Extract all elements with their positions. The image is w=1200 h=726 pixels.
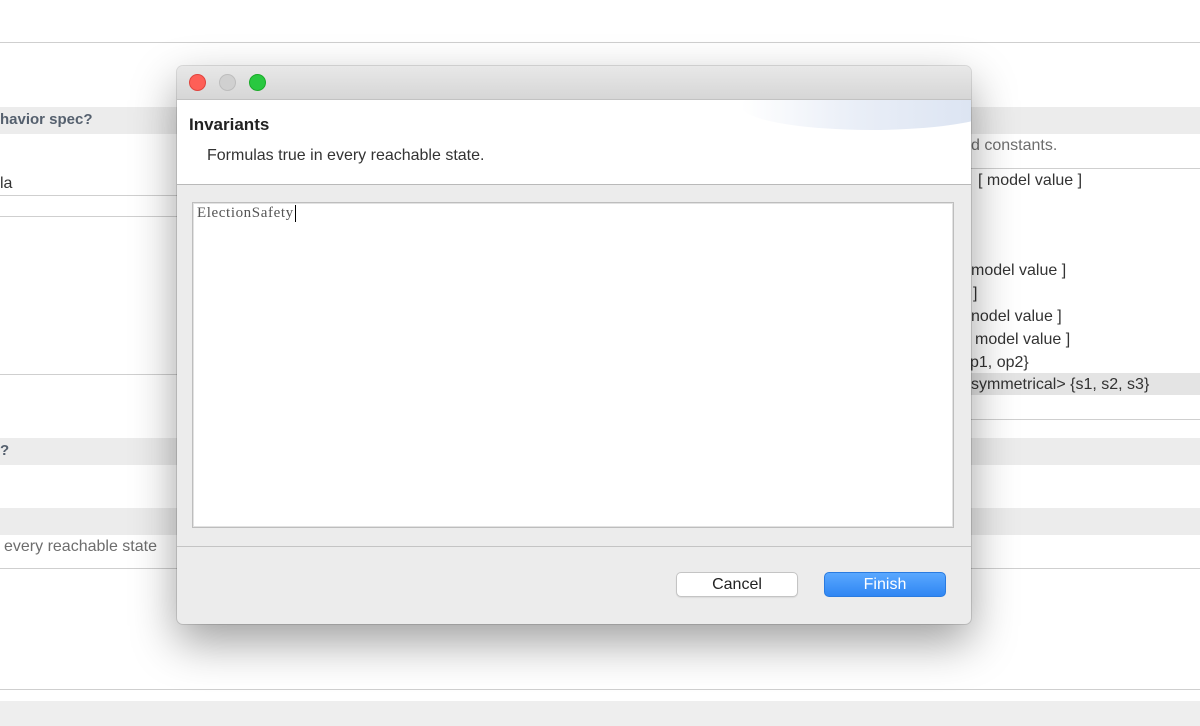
constant-row[interactable]: [ model value ] [978, 172, 1082, 190]
divider [971, 168, 1200, 169]
dialog-header: Invariants Formulas true in every reacha… [177, 100, 971, 185]
section-heading-behavior: havior spec? [0, 111, 93, 128]
constant-row[interactable]: model value ] [975, 331, 1070, 349]
invariants-section-description: every reachable state [4, 538, 157, 555]
constant-row[interactable]: ] [973, 285, 977, 303]
divider [971, 419, 1200, 420]
dialog-titlebar[interactable] [177, 66, 971, 100]
constant-row[interactable]: nodel value ] [971, 308, 1062, 326]
minimize-window-button [219, 74, 236, 91]
text-caret [295, 205, 296, 222]
divider [0, 374, 177, 375]
constant-row[interactable]: model value ] [971, 262, 1066, 280]
divider [0, 195, 177, 196]
button-bar-separator [177, 546, 971, 547]
cancel-button[interactable]: Cancel [676, 572, 798, 597]
constant-row[interactable]: p1, op2} [970, 354, 1029, 372]
footer-band [0, 701, 1200, 726]
header-decoration [741, 100, 971, 130]
invariants-dialog: Invariants Formulas true in every reacha… [177, 66, 971, 624]
constant-row-selected[interactable]: symmetrical> {s1, s2, s3} [971, 376, 1149, 394]
close-window-button[interactable] [189, 74, 206, 91]
maximize-window-button[interactable] [249, 74, 266, 91]
divider [0, 42, 1200, 43]
formula-text: la [0, 175, 13, 192]
formula-editor-text: ElectionSafety [197, 205, 294, 221]
dialog-title: Invariants [189, 115, 270, 134]
section-heading-question: ? [0, 442, 10, 459]
formula-editor[interactable]: ElectionSafety [192, 202, 954, 528]
divider [0, 689, 1200, 690]
divider [0, 216, 177, 217]
dialog-description: Formulas true in every reachable state. [207, 147, 485, 164]
constants-description: d constants. [971, 137, 1058, 154]
finish-button[interactable]: Finish [824, 572, 946, 597]
